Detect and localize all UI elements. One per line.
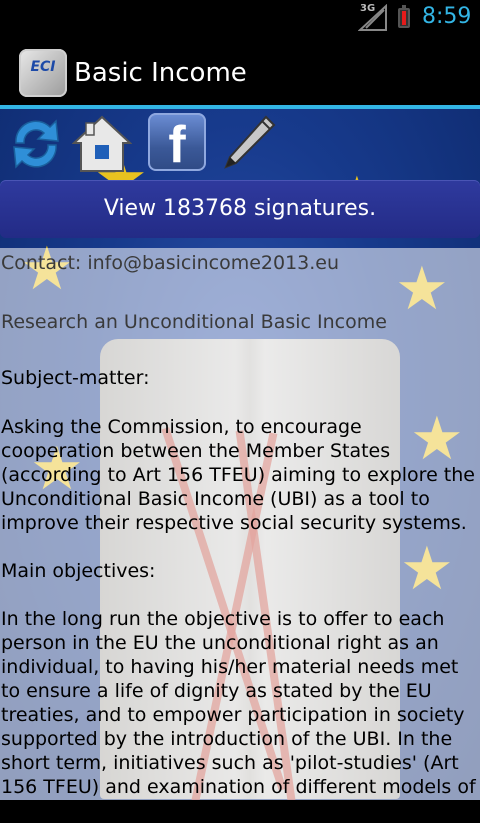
research-title: Research an Unconditional Basic Income — [1, 311, 387, 333]
view-signatures-button[interactable]: View 183768 signatures. — [0, 180, 480, 238]
status-bar: 3G 8:59 — [0, 0, 480, 38]
home-icon[interactable] — [72, 113, 132, 173]
pen-icon[interactable] — [218, 113, 278, 173]
facebook-icon[interactable]: f — [148, 113, 206, 174]
objectives-text: In the long run the objective is to offe… — [1, 608, 476, 822]
battery-icon — [398, 5, 410, 28]
contact-text[interactable]: Contact: info@basicincome2013.eu — [1, 252, 477, 274]
refresh-icon[interactable] — [6, 113, 66, 173]
facebook-glyph: f — [168, 116, 186, 174]
battery-alert-icon — [402, 11, 406, 25]
app-title: Basic Income — [74, 58, 247, 88]
objectives-heading: Main objectives: — [1, 560, 156, 582]
signal-icon — [358, 4, 387, 31]
subject-text: Asking the Commission, to encourage coop… — [1, 416, 475, 534]
subject-heading: Subject-matter: — [1, 367, 150, 389]
app-icon[interactable]: ECI — [19, 49, 67, 97]
clock: 8:59 — [422, 4, 472, 29]
app-icon-text: ECI — [30, 59, 56, 75]
